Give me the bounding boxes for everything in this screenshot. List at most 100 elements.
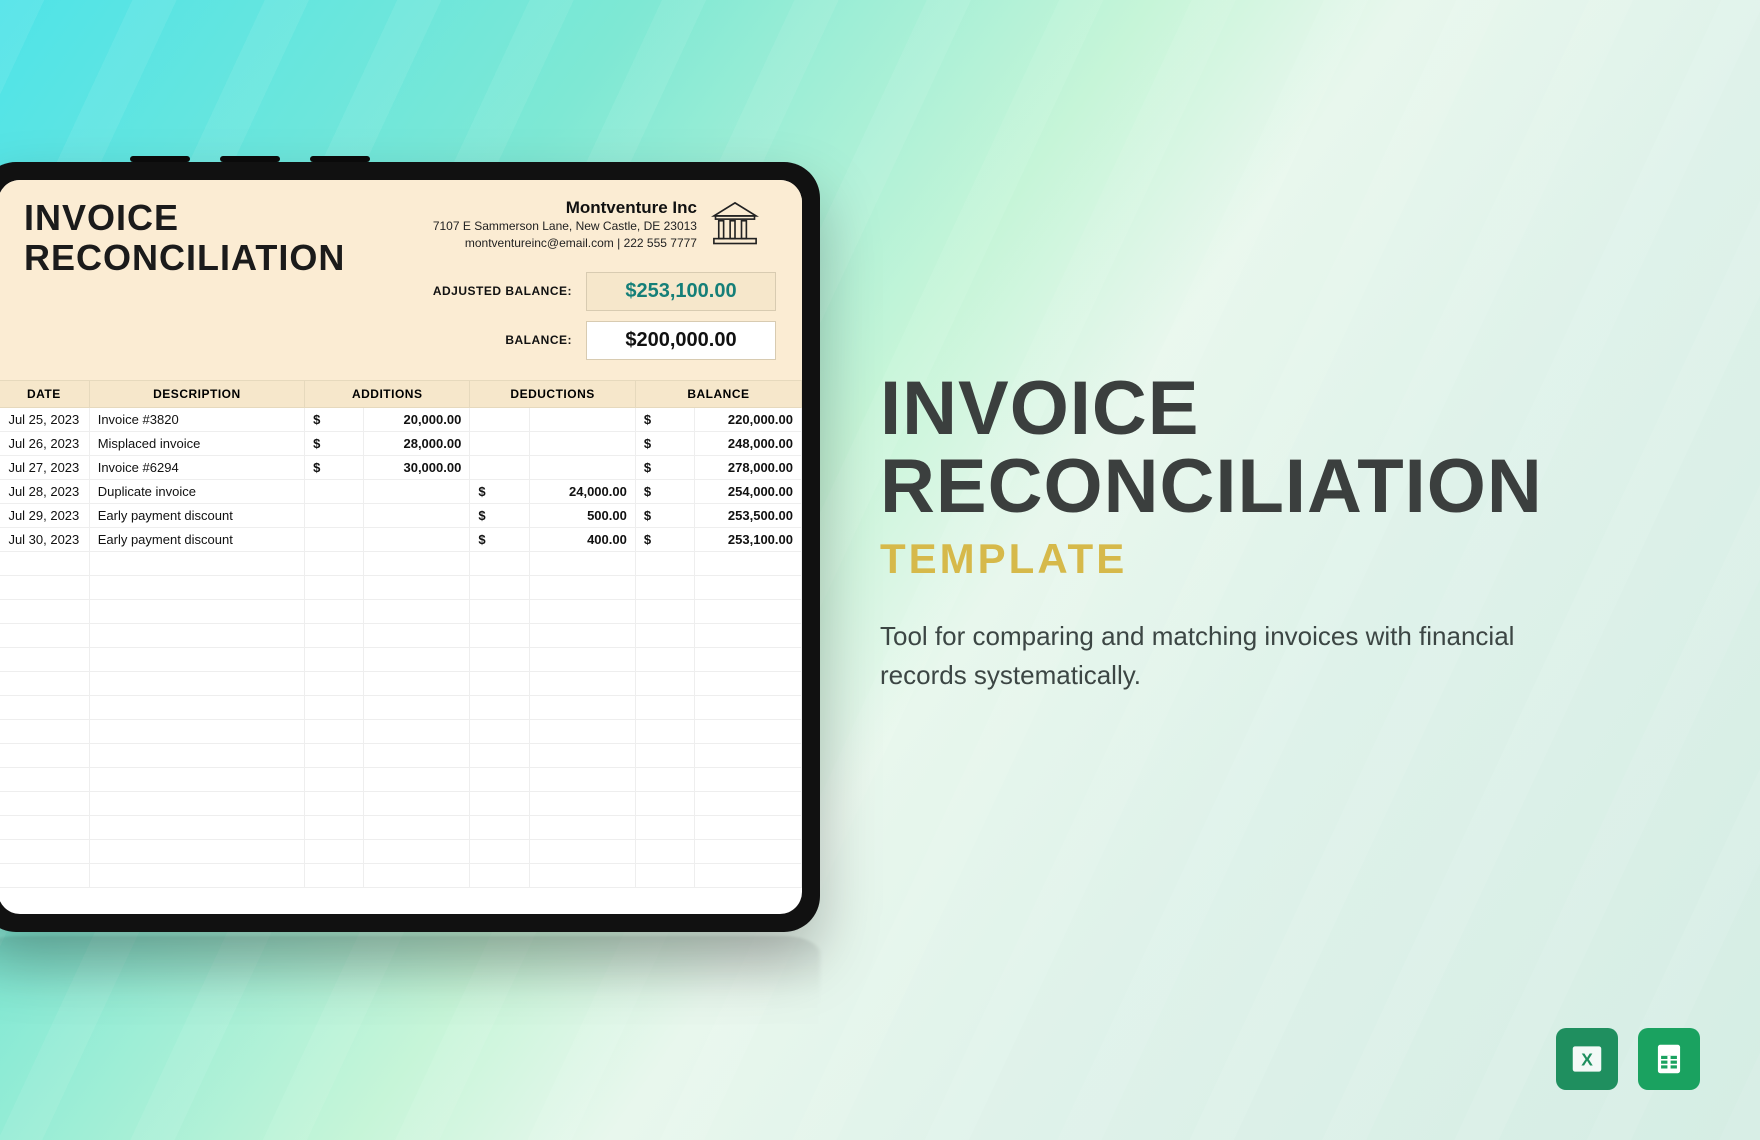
cell-add-currency (305, 527, 364, 551)
cell-empty (89, 743, 304, 767)
cell-empty (695, 743, 802, 767)
cell-empty (305, 623, 364, 647)
cell-empty (305, 839, 364, 863)
company-name: Montventure Inc (433, 198, 697, 218)
adjusted-balance-label: ADJUSTED BALANCE: (433, 284, 572, 298)
cell-bal-value: 220,000.00 (695, 407, 802, 431)
cell-bal-value: 253,500.00 (695, 503, 802, 527)
promo-body: Tool for comparing and matching invoices… (880, 617, 1520, 695)
table-row (0, 695, 802, 719)
table-header: DATE DESCRIPTION ADDITIONS DEDUCTIONS BA… (0, 380, 802, 407)
tablet-frame: INVOICE RECONCILIATION Montventure Inc 7… (0, 162, 820, 932)
cell-empty (89, 671, 304, 695)
cell-empty (695, 791, 802, 815)
balance-row: BALANCE: $200,000.00 (505, 321, 776, 360)
table-row (0, 767, 802, 791)
table-row: Jul 28, 2023Duplicate invoice$24,000.00$… (0, 479, 802, 503)
cell-empty (529, 839, 635, 863)
cell-empty (695, 719, 802, 743)
cell-add-value: 30,000.00 (364, 455, 470, 479)
cell-empty (305, 767, 364, 791)
cell-empty (305, 743, 364, 767)
app-icons: X (1556, 1028, 1700, 1090)
cell-date: Jul 29, 2023 (0, 503, 89, 527)
cell-empty (529, 695, 635, 719)
cell-ded-value: 400.00 (529, 527, 635, 551)
promo-heading-1: INVOICE (880, 370, 1660, 448)
cell-empty (635, 647, 694, 671)
cell-date: Jul 27, 2023 (0, 455, 89, 479)
promo-text: INVOICE RECONCILIATION TEMPLATE Tool for… (880, 370, 1660, 695)
cell-empty (529, 671, 635, 695)
table-row (0, 815, 802, 839)
cell-empty (529, 623, 635, 647)
cell-empty (0, 647, 89, 671)
table-row (0, 647, 802, 671)
table-row: Jul 27, 2023Invoice #6294$30,000.00$278,… (0, 455, 802, 479)
cell-ded-value: 500.00 (529, 503, 635, 527)
cell-empty (0, 599, 89, 623)
cell-empty (635, 743, 694, 767)
cell-bal-value: 254,000.00 (695, 479, 802, 503)
cell-empty (89, 695, 304, 719)
cell-bal-currency: $ (635, 455, 694, 479)
cell-description: Misplaced invoice (89, 431, 304, 455)
cell-empty (89, 623, 304, 647)
cell-date: Jul 30, 2023 (0, 527, 89, 551)
table-row (0, 743, 802, 767)
cell-description: Early payment discount (89, 503, 304, 527)
balance-value: $200,000.00 (586, 321, 776, 360)
cell-empty (364, 863, 470, 887)
excel-icon: X (1556, 1028, 1618, 1090)
cell-empty (364, 599, 470, 623)
cell-empty (305, 695, 364, 719)
cell-add-currency: $ (305, 407, 364, 431)
cell-bal-currency: $ (635, 479, 694, 503)
cell-add-value (364, 503, 470, 527)
cell-bal-currency: $ (635, 503, 694, 527)
cell-empty (89, 839, 304, 863)
title-line-1: INVOICE (24, 198, 345, 238)
table-row: Jul 26, 2023Misplaced invoice$28,000.00$… (0, 431, 802, 455)
cell-add-value (364, 527, 470, 551)
cell-description: Duplicate invoice (89, 479, 304, 503)
company-address: 7107 E Sammerson Lane, New Castle, DE 23… (433, 218, 697, 235)
cell-empty (529, 575, 635, 599)
cell-ded-currency: $ (470, 527, 530, 551)
cell-ded-currency (470, 407, 530, 431)
cell-description: Invoice #6294 (89, 455, 304, 479)
th-deductions: DEDUCTIONS (470, 380, 636, 407)
cell-empty (635, 551, 694, 575)
table-wrap: DATE DESCRIPTION ADDITIONS DEDUCTIONS BA… (0, 380, 802, 914)
cell-empty (635, 671, 694, 695)
balance-label: BALANCE: (505, 333, 572, 347)
cell-empty (89, 599, 304, 623)
cell-empty (470, 695, 530, 719)
cell-empty (470, 575, 530, 599)
cell-empty (635, 575, 694, 599)
th-description: DESCRIPTION (89, 380, 304, 407)
cell-empty (0, 719, 89, 743)
cell-empty (89, 551, 304, 575)
cell-empty (470, 839, 530, 863)
cell-empty (0, 623, 89, 647)
adjusted-balance-value: $253,100.00 (586, 272, 776, 311)
cell-empty (470, 719, 530, 743)
cell-empty (635, 695, 694, 719)
cell-description: Invoice #3820 (89, 407, 304, 431)
cell-empty (695, 647, 802, 671)
document-title: INVOICE RECONCILIATION (24, 198, 345, 360)
company-contact: montventureinc@email.com | 222 555 7777 (433, 235, 697, 252)
cell-empty (635, 815, 694, 839)
cell-empty (305, 671, 364, 695)
cell-empty (695, 551, 802, 575)
tablet-screen: INVOICE RECONCILIATION Montventure Inc 7… (0, 180, 802, 914)
cell-add-currency (305, 503, 364, 527)
table-row (0, 863, 802, 887)
svg-text:X: X (1581, 1049, 1593, 1069)
cell-empty (89, 863, 304, 887)
reconciliation-table: DATE DESCRIPTION ADDITIONS DEDUCTIONS BA… (0, 380, 802, 888)
table-row: Jul 25, 2023Invoice #3820$20,000.00$220,… (0, 407, 802, 431)
tablet-hw-buttons (130, 156, 370, 162)
cell-empty (0, 791, 89, 815)
